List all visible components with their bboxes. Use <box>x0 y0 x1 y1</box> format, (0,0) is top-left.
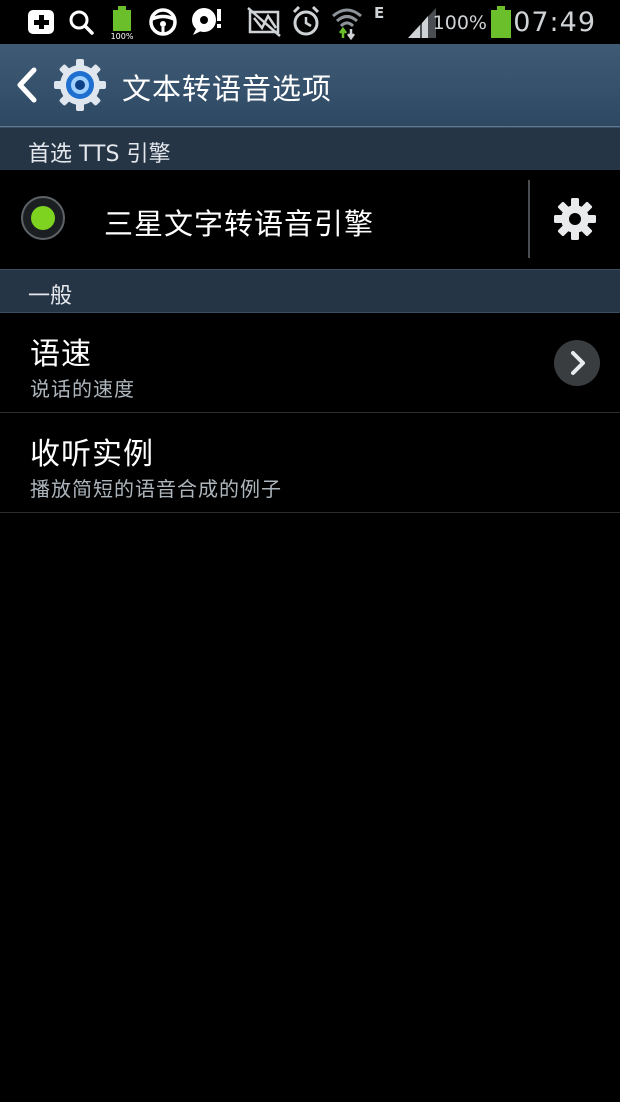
wifi-icon <box>332 8 362 41</box>
list-item-speech-rate[interactable]: 语速 说话的速度 <box>0 313 620 413</box>
list-item-title: 语速 <box>30 337 92 372</box>
list-item-subtitle: 播放简短的语音合成的例子 <box>30 477 282 501</box>
engine-label: 三星文字转语音引擎 <box>104 207 375 241</box>
settings-gear-icon <box>54 59 106 111</box>
list-item-title: 收听实例 <box>30 437 154 472</box>
status-bar: 100% E 100% 07:49 <box>0 0 620 44</box>
chevron-right-icon[interactable] <box>553 339 601 387</box>
section-header-label: 首选 TTS 引擎 <box>28 142 171 167</box>
section-header-label: 一般 <box>28 284 73 309</box>
alarm-icon <box>292 5 320 36</box>
divider <box>528 180 530 258</box>
action-bar: 文本转语音选项 <box>0 44 620 127</box>
chat-bubble-icon <box>192 8 221 35</box>
page-title: 文本转语音选项 <box>122 72 333 106</box>
steering-wheel-icon <box>149 8 177 36</box>
engine-row-samsung-tts[interactable]: 三星文字转语音引擎 <box>0 170 620 268</box>
battery-percent: 100% <box>432 12 487 34</box>
section-header-preferred-engine: 首选 TTS 引擎 <box>0 127 620 171</box>
gear-icon[interactable] <box>546 190 604 248</box>
clock: 07:49 <box>513 7 596 38</box>
radio-selected-icon[interactable] <box>20 195 66 241</box>
add-box-icon <box>28 10 54 34</box>
svg-text:100%: 100% <box>111 32 134 41</box>
section-header-general: 一般 <box>0 269 620 313</box>
chevron-left-icon[interactable] <box>10 64 42 106</box>
search-icon <box>69 10 94 35</box>
battery-icon <box>491 6 511 38</box>
list-item-subtitle: 说话的速度 <box>30 377 135 401</box>
network-e-icon: E <box>374 4 385 22</box>
list-item-listen-example[interactable]: 收听实例 播放简短的语音合成的例子 <box>0 413 620 513</box>
battery-charging-icon: 100% <box>111 6 134 41</box>
mute-icon <box>247 7 281 37</box>
